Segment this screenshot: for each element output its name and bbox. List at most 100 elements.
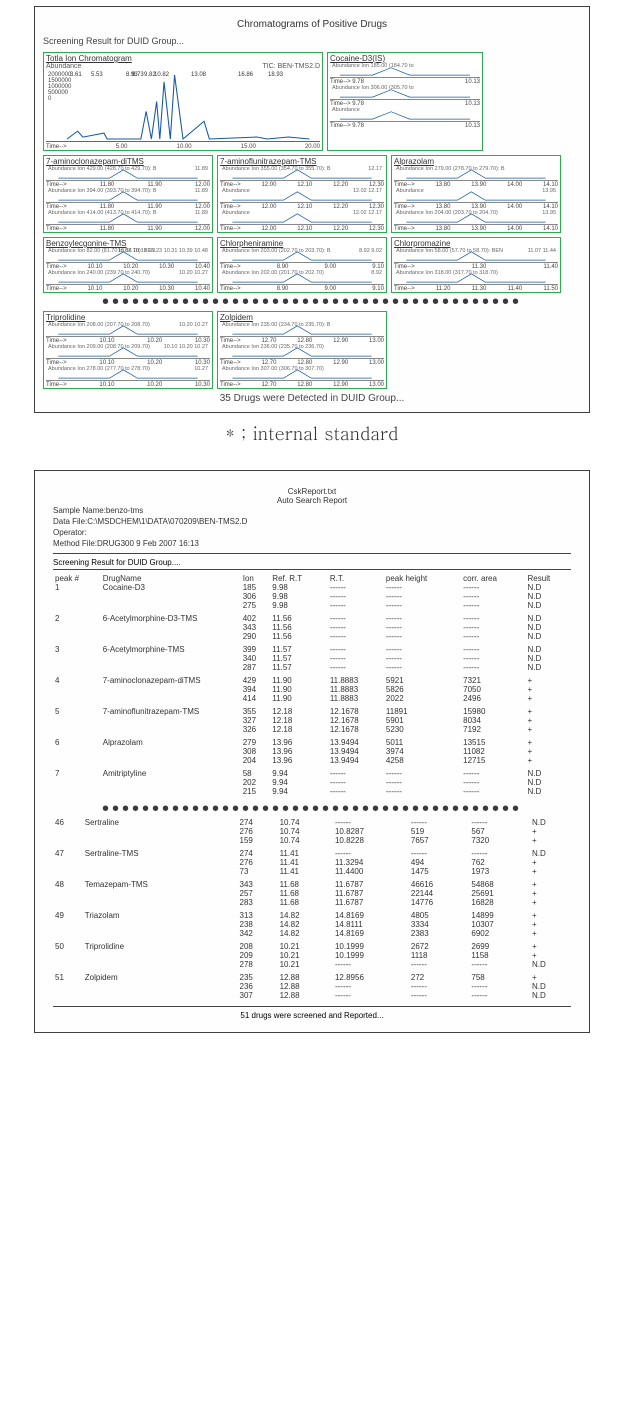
tic-title: Totla Ion Chromatogram (44, 53, 322, 63)
table-row: 287 11.57 ------ ------ ------ N.D (53, 663, 571, 672)
rpt-type: Auto Search Report (53, 496, 571, 505)
table-row: 5 7-aminoflunitrazepam-TMS 355 12.18 12.… (53, 707, 571, 716)
results-table-bottom: 46 Sertraline 274 10.74 ------ ------ --… (53, 818, 571, 1004)
table-row: 3 6-Acetylmorphine-TMS 399 11.57 ------ … (53, 645, 571, 654)
compound-trace: Abundance Ion 279.00 (278.70 to 279.70):… (394, 167, 558, 181)
peak-label: 10.82 (154, 72, 169, 78)
peak-label: 18.93 (268, 72, 283, 78)
table-row: 306 9.98 ------ ------ ------ N.D (53, 592, 571, 601)
table-row: 204 13.96 13.9494 4258 12715 + (53, 756, 571, 765)
chrom-footer: 35 Drugs were Detected in DUID Group... (43, 393, 581, 404)
tic-ylab: Abundance (46, 63, 81, 70)
col-rt: R.T. (328, 574, 384, 583)
table-row: 48 Temazepam-TMS 343 11.68 11.6787 46616… (53, 880, 571, 889)
is-trace: Abundance Ion 306.00 (305.70 to (330, 86, 480, 100)
compound-panel: 7-aminoflunitrazepam-TMS Abundance Ion 3… (217, 155, 387, 233)
table-row: 307 12.88 ------ ------ ------ N.D (53, 991, 571, 1000)
compound-trace: Abundance 12.02 12.17 (220, 189, 384, 203)
meta-line: Operator: (53, 527, 571, 538)
table-row: 159 10.74 10.8228 7657 7320 + (53, 836, 571, 845)
col-height: peak height (384, 574, 461, 583)
rpt-filename: CskReport.txt (53, 487, 571, 496)
rpt-screen: Screening Result for DUID Group.... (53, 558, 571, 567)
col-peaknum: peak # (53, 574, 101, 583)
compound-panel: Zolpidem Abundance Ion 235.00 (234.70 to… (217, 311, 387, 389)
compound-title: 7-aminoclonazepam-diTMS (44, 156, 212, 166)
text-report: CskReport.txt Auto Search Report Sample … (34, 470, 590, 1033)
table-row: 236 12.88 ------ ------ ------ N.D (53, 982, 571, 991)
compound-title: Benzoylecgonine-TMS (44, 238, 212, 248)
tic-trace: 2000000 1500000 1000000 500000 0 10.82 9… (46, 72, 320, 142)
compound-trace: Abundance Ion 278.00 (277.70 to 278.70) … (46, 367, 210, 381)
compound-trace: Abundance Ion 235.00 (234.70 to 235.70):… (220, 323, 384, 337)
xtick: 15.00 (241, 144, 256, 150)
table-row: 275 9.98 ------ ------ ------ N.D (53, 601, 571, 610)
peak-label: 9.82 (144, 72, 156, 78)
peak-label: 8.93 (126, 72, 138, 78)
table-row: 50 Triprolidine 208 10.21 10.1999 2672 2… (53, 942, 571, 951)
table-row: 257 11.68 11.6787 22144 25691 + (53, 889, 571, 898)
meta-line: Method File:DRUG300 9 Feb 2007 16:13 (53, 538, 571, 549)
table-row: 49 Triazolam 313 14.82 14.8169 4805 1489… (53, 911, 571, 920)
is-panel: Cocaine-D3(IS) Abundance Ion 185.00 (184… (327, 52, 483, 151)
ellipsis-divider: ••••••••••••••••••••••••••••••••••••••••… (53, 804, 571, 814)
rpt-footer: 51 drugs were screened and Reported... (53, 1011, 571, 1020)
compound-panel: Alprazolam Abundance Ion 279.00 (278.70 … (391, 155, 561, 233)
is-title: Cocaine-D3(IS) (328, 53, 482, 63)
results-table: peak # DrugName Ion Ref. R.T R.T. peak h… (53, 574, 571, 800)
col-ion: Ion (241, 574, 271, 583)
table-row: 414 11.90 11.8883 2022 2496 + (53, 694, 571, 703)
compound-title: 7-aminoflunitrazepam-TMS (218, 156, 386, 166)
compound-trace: Abundance Ion 307.00 (306.70 to 307.70) (220, 367, 384, 381)
rpt-meta: Sample Name:benzo-tms Data File:C:\MSDCH… (53, 505, 571, 549)
xtick: 10.00 (177, 144, 192, 150)
table-row: 51 Zolpidem 235 12.88 12.8956 272 758 + (53, 973, 571, 982)
compound-trace: Abundance 13.95 (394, 189, 558, 203)
table-row: 283 11.68 11.6787 14776 16828 + (53, 898, 571, 907)
col-result: Result (526, 574, 571, 583)
table-row: 46 Sertraline 274 10.74 ------ ------ --… (53, 818, 571, 827)
table-row: 47 Sertraline-TMS 274 11.41 ------ -----… (53, 849, 571, 858)
ellipsis-divider: ••••••••••••••••••••••••••••••••••••••••… (43, 297, 581, 307)
table-row: 342 14.82 14.8169 2383 6902 + (53, 929, 571, 938)
xtick: 5.00 (116, 144, 128, 150)
screening-subtitle: Screening Result for DUID Group... (43, 36, 581, 46)
is-trace: Abundance (330, 108, 480, 122)
col-area: corr. area (461, 574, 525, 583)
compound-trace: Abundance Ion 355.00 (354.70 to 355.70):… (220, 167, 384, 181)
is-trace: Abundance Ion 185.00 (184.70 to (330, 64, 480, 78)
compound-panel: 7-aminoclonazepam-diTMS Abundance Ion 42… (43, 155, 213, 233)
table-row: 209 10.21 10.1999 1118 1158 + (53, 951, 571, 960)
tic-panel: Totla Ion Chromatogram Abundance TIC: BE… (43, 52, 323, 151)
table-row: 1 Cocaine-D3 185 9.98 ------ ------ ----… (53, 583, 571, 592)
table-row: 2 6-Acetylmorphine-D3-TMS 402 11.56 ----… (53, 614, 571, 623)
compound-panel: Benzoylecgonine-TMS Abundance Ion 82.00 … (43, 237, 213, 293)
internal-standard-note: * ; internal standard (0, 421, 624, 446)
compound-trace: Abundance Ion 208.00 (207.70 to 208.70) … (46, 323, 210, 337)
table-row: 308 13.96 13.9494 3974 11082 + (53, 747, 571, 756)
table-row: 202 9.94 ------ ------ ------ N.D (53, 778, 571, 787)
compound-trace: Abundance Ion 58.00 (57.70 to 58.70): BE… (394, 249, 558, 263)
table-row: 290 11.56 ------ ------ ------ N.D (53, 632, 571, 641)
compound-trace: Abundance Ion 236.00 (235.70 to 236.70) (220, 345, 384, 359)
compound-trace: Abundance Ion 202.00 (201.70 to 202.70) … (220, 271, 384, 285)
time-label: Time--> (46, 144, 67, 150)
table-row: 394 11.90 11.8883 5826 7050 + (53, 685, 571, 694)
compound-panel: Chlorpromazine Abundance Ion 58.00 (57.7… (391, 237, 561, 293)
table-row: 343 11.56 ------ ------ ------ N.D (53, 623, 571, 632)
table-row: 6 Alprazolam 279 13.96 13.9494 5011 1351… (53, 738, 571, 747)
peak-label: 5.53 (91, 72, 103, 78)
chromatogram-report: Chromatograms of Positive Drugs Screenin… (34, 6, 590, 413)
col-refrt: Ref. R.T (270, 574, 328, 583)
table-row: 238 14.82 14.8111 3334 10307 + (53, 920, 571, 929)
compound-title: Chlorpheniramine (218, 238, 386, 248)
compound-trace: Abundance Ion 240.00 (239.70 to 240.70) … (46, 271, 210, 285)
peak-label: 13.08 (191, 72, 206, 78)
compound-trace: Abundance Ion 318.00 (317.70 to 318.70) (394, 271, 558, 285)
table-row: 7 Amitriptyline 58 9.94 ------ ------ --… (53, 769, 571, 778)
page-title: Chromatograms of Positive Drugs (43, 19, 581, 30)
compound-title: Zolpidem (218, 312, 386, 322)
compound-trace: Abundance Ion 203.00 (202.70 to 203.70):… (220, 249, 384, 263)
table-row: 327 12.18 12.1678 5901 8034 + (53, 716, 571, 725)
compound-title: Chlorpromazine (392, 238, 560, 248)
